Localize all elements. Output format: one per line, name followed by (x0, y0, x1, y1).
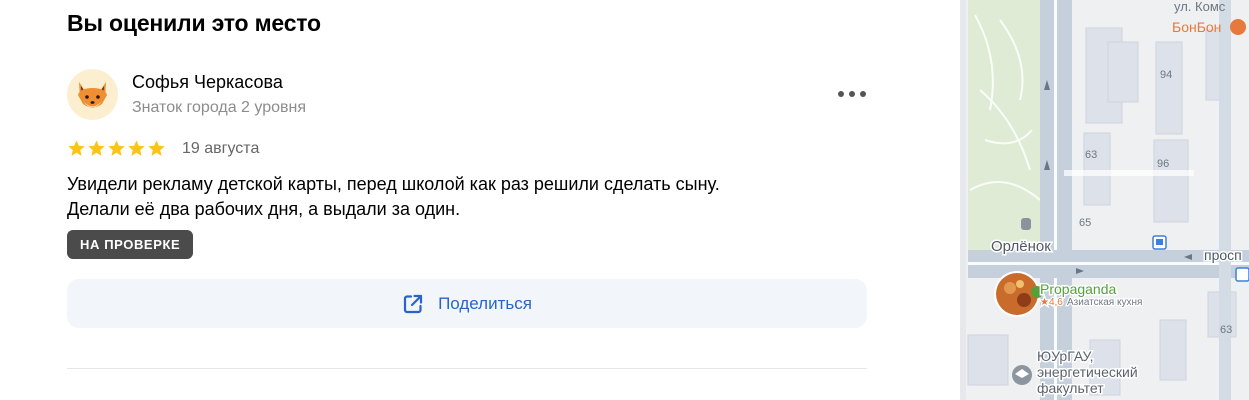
more-dots-icon (838, 91, 844, 97)
more-dots-icon (849, 91, 855, 97)
star-icon (88, 140, 105, 156)
star-icon (128, 140, 145, 156)
star-icon (148, 140, 165, 156)
external-link-icon (403, 294, 423, 313)
review-text-line: Делали её два рабочих дня, а выдали за о… (67, 199, 461, 219)
star-icon (108, 140, 125, 156)
university-label-line: ЮУрГАУ, (1037, 348, 1094, 364)
share-label: Поделиться (438, 293, 532, 313)
review-date: 19 августа (182, 140, 260, 157)
more-dots-icon (860, 91, 866, 97)
university-label-line: энергетический (1037, 364, 1138, 380)
map-view[interactable]: ул. Комс БонБон 94 63 96 65 63 Орлёнок п… (960, 0, 1249, 400)
house-number: 65 (1079, 217, 1091, 229)
star-icon (68, 140, 85, 156)
author-name[interactable]: Софья Черкасова (132, 72, 283, 93)
house-number: 96 (1157, 158, 1169, 170)
poi-bonbon-icon[interactable] (1230, 19, 1246, 35)
monument-icon[interactable] (1021, 218, 1031, 230)
bus-stop-glyph (1156, 239, 1163, 245)
restaurant-photo-detail (1017, 293, 1031, 307)
restaurant-photo-detail (1016, 280, 1024, 288)
divider (67, 368, 867, 369)
bus-stop-icon[interactable] (1235, 267, 1249, 282)
house-number: 63 (1085, 149, 1097, 161)
status-badge: НА ПРОВЕРКЕ (67, 230, 194, 259)
author-avatar[interactable] (67, 69, 118, 120)
restaurant-cuisine: Азиатская кухня (1067, 297, 1142, 308)
house-number: 63 (1220, 324, 1232, 336)
rating-stars (67, 139, 166, 158)
section-title: Вы оценили это место (67, 10, 321, 36)
avenue-label: просп (1204, 247, 1242, 263)
side-road (1219, 0, 1231, 400)
street-label-top: ул. Комс (1174, 0, 1226, 14)
restaurant-name[interactable]: Propaganda (1039, 280, 1119, 299)
university-label-line: факультет (1037, 380, 1104, 396)
road-lane-line (1054, 0, 1057, 400)
map-edge-shadow (960, 0, 966, 400)
reviews-panel: Вы оценили это место Софья Черкасова Зна… (0, 0, 960, 400)
restaurant-photo-detail (1004, 282, 1016, 294)
poi-bonbon[interactable]: БонБон (1172, 19, 1221, 35)
side-street (1064, 170, 1194, 176)
landmark-orlenok[interactable]: Орлёнок (990, 237, 1053, 257)
more-options-button[interactable] (838, 84, 866, 104)
house-number: 94 (1160, 69, 1172, 81)
review-text-line: Увидели рекламу детской карты, перед шко… (67, 174, 720, 194)
park-area (968, 0, 1044, 250)
review-text: Увидели рекламу детской карты, перед шко… (67, 172, 847, 222)
author-level: Знаток города 2 уровня (132, 99, 307, 116)
restaurant-rating: ★4,6 (1040, 297, 1063, 308)
fox-face-icon (78, 82, 107, 108)
share-button[interactable]: Поделиться (67, 279, 867, 328)
